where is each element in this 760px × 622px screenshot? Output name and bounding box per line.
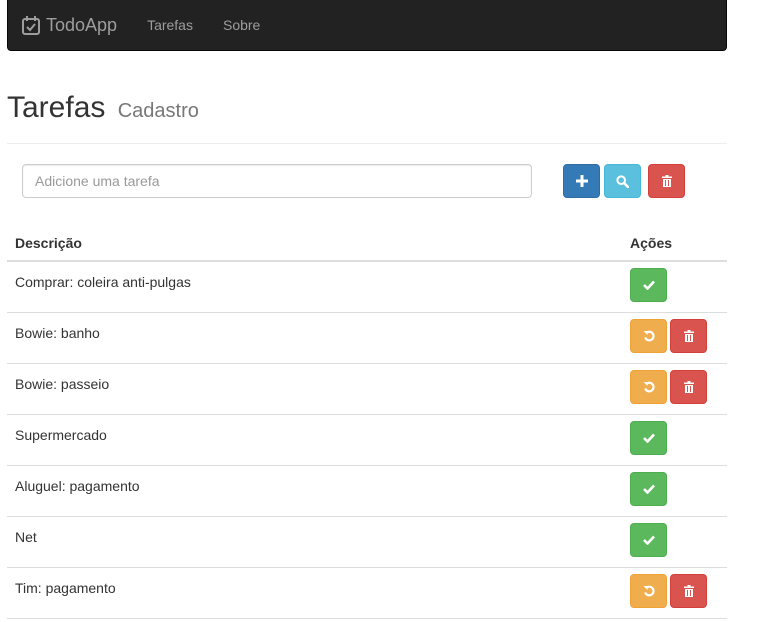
navbar: TodoApp Tarefas Sobre	[7, 0, 727, 51]
table-row: Tim: pagamento	[7, 567, 727, 619]
task-description: Net	[7, 516, 630, 568]
page-header: Tarefas Cadastro	[7, 90, 727, 144]
task-actions	[630, 312, 727, 364]
table-row: Aluguel: pagamento	[7, 465, 727, 517]
task-table: Descrição Ações Comprar: coleira anti-pu…	[7, 225, 727, 619]
complete-button[interactable]	[630, 268, 667, 302]
task-description: Tim: pagamento	[7, 567, 630, 619]
trash-icon	[683, 329, 694, 342]
column-header-descricao: Descrição	[7, 225, 630, 262]
task-description: Bowie: passeio	[7, 363, 630, 415]
add-button[interactable]	[563, 164, 600, 198]
delete-button[interactable]	[670, 573, 707, 608]
brand-link[interactable]: TodoApp	[22, 15, 117, 36]
search-button[interactable]	[604, 164, 641, 198]
table-row: Comprar: coleira anti-pulgas	[7, 261, 727, 313]
clear-button[interactable]	[648, 164, 685, 198]
brand-label: TodoApp	[46, 14, 118, 35]
task-description: Supermercado	[7, 414, 630, 466]
undo-button[interactable]	[630, 573, 667, 608]
task-input[interactable]	[22, 164, 532, 198]
task-actions	[630, 516, 727, 568]
page-title: Tarefas Cadastro	[7, 90, 727, 129]
delete-button[interactable]	[670, 369, 707, 404]
task-actions	[630, 414, 727, 466]
column-header-acoes: Ações	[630, 225, 727, 262]
nav-link-tarefas[interactable]: Tarefas	[147, 17, 193, 33]
check-icon	[642, 535, 655, 545]
undo-icon	[643, 585, 655, 596]
nav-link-sobre[interactable]: Sobre	[223, 17, 260, 33]
table-header-row: Descrição Ações	[7, 225, 727, 262]
complete-button[interactable]	[630, 420, 667, 455]
table-row: Net	[7, 516, 727, 568]
task-actions	[630, 363, 727, 415]
complete-button[interactable]	[630, 471, 667, 506]
undo-icon	[643, 381, 655, 392]
task-description: Aluguel: pagamento	[7, 465, 630, 517]
check-icon	[642, 484, 655, 494]
table-row: Supermercado	[7, 414, 727, 466]
table-row: Bowie: banho	[7, 312, 727, 364]
page-title-text: Tarefas	[7, 91, 106, 124]
table-row: Bowie: passeio	[7, 363, 727, 415]
check-icon	[642, 280, 655, 290]
task-description: Comprar: coleira anti-pulgas	[7, 261, 630, 313]
task-description: Bowie: banho	[7, 312, 630, 364]
trash-icon	[683, 584, 694, 597]
page-subtitle: Cadastro	[117, 100, 199, 122]
undo-button[interactable]	[630, 318, 667, 353]
complete-button[interactable]	[630, 522, 667, 557]
delete-button[interactable]	[670, 318, 707, 353]
check-icon	[642, 433, 655, 443]
search-icon	[616, 174, 629, 188]
task-actions	[630, 261, 727, 313]
undo-button[interactable]	[630, 369, 667, 404]
task-actions	[630, 567, 727, 619]
undo-icon	[643, 330, 655, 341]
task-actions	[630, 465, 727, 517]
calendar-check-icon	[22, 15, 40, 35]
trash-icon	[683, 380, 694, 393]
trash-icon	[661, 175, 672, 187]
task-rows: Comprar: coleira anti-pulgas Bowie: banho…	[7, 261, 727, 619]
plus-icon	[575, 175, 588, 187]
